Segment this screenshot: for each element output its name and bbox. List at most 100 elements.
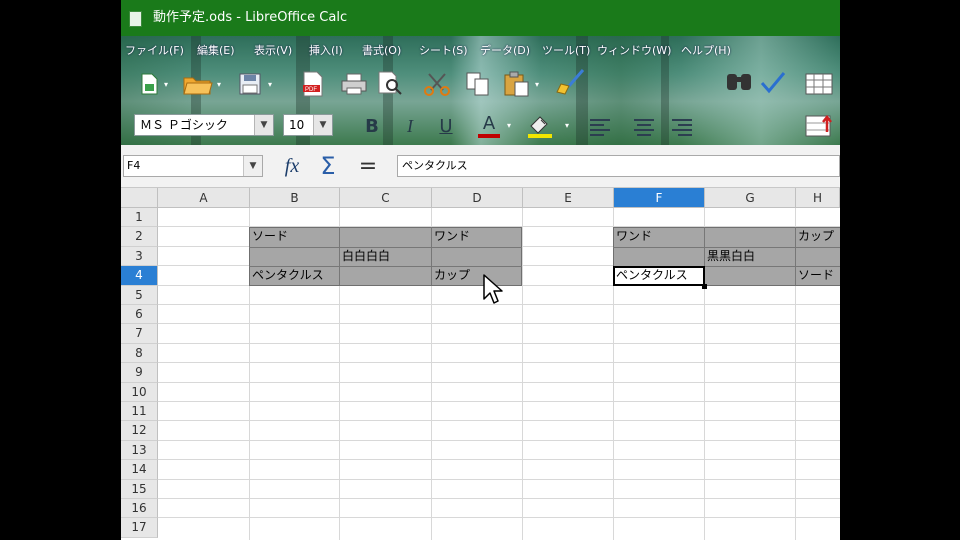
row-header-12[interactable]: 12 [121, 421, 158, 441]
find-replace-icon[interactable] [723, 68, 755, 98]
cut-icon[interactable] [423, 72, 451, 96]
insert-rows-above-icon[interactable] [805, 112, 835, 140]
font-name-box[interactable]: ＭＳ Ｐゴシック ▼ [134, 114, 274, 136]
window-title: 動作予定.ods - LibreOffice Calc [153, 10, 348, 25]
menu-edit[interactable]: 編集(E) [197, 42, 235, 58]
chevron-down-icon[interactable]: ▼ [313, 115, 332, 135]
name-box[interactable]: F4 ▼ [123, 155, 263, 177]
cell-f4[interactable]: ペンタクルス [614, 266, 688, 285]
new-document-icon[interactable] [138, 72, 160, 96]
row-header-5[interactable]: 5 [121, 285, 158, 305]
font-size-box[interactable]: 10 ▼ [283, 114, 333, 136]
select-all-corner[interactable] [121, 188, 158, 208]
font-name-value: ＭＳ Ｐゴシック [140, 118, 228, 132]
export-pdf-icon[interactable]: PDF [301, 70, 325, 98]
cell-b2[interactable]: ソード [250, 227, 288, 246]
sum-icon[interactable]: Σ [315, 151, 341, 181]
row-header-8[interactable]: 8 [121, 343, 158, 364]
paste-dropdown-icon[interactable]: ▾ [535, 81, 541, 89]
print-preview-icon[interactable] [377, 70, 403, 98]
column-header-d[interactable]: D [432, 188, 523, 208]
clone-formatting-icon[interactable] [555, 68, 587, 98]
formatting-toolbar: ＭＳ Ｐゴシック ▼ 10 ▼ B I U A ▾ ▾ [121, 108, 840, 145]
libreoffice-calc-window: 動作予定.ods - LibreOffice Calc ファイル(F) 編集(E… [121, 0, 840, 540]
menu-file[interactable]: ファイル(F) [125, 42, 184, 58]
row-header-2[interactable]: 2 [121, 227, 158, 247]
align-center-icon[interactable] [633, 116, 655, 138]
calc-app-icon [129, 11, 142, 27]
row-header-1[interactable]: 1 [121, 208, 158, 228]
chevron-down-icon[interactable]: ▼ [243, 156, 262, 176]
paste-icon[interactable] [503, 70, 531, 98]
open-dropdown-icon[interactable]: ▾ [217, 81, 223, 89]
column-header-g[interactable]: G [705, 188, 796, 208]
font-color-dropdown-icon[interactable]: ▾ [507, 122, 513, 130]
font-size-value: 10 [289, 118, 305, 132]
spreadsheet-grid: A B C D E F G H 1 2 3 4 5 6 7 8 9 10 11 … [121, 188, 840, 540]
column-header-a[interactable]: A [158, 188, 250, 208]
row-header-13[interactable]: 13 [121, 440, 158, 461]
function-wizard-icon[interactable]: fx [277, 151, 307, 181]
column-header-f[interactable]: F [614, 188, 705, 208]
print-icon[interactable] [341, 72, 367, 96]
row-header-9[interactable]: 9 [121, 363, 158, 383]
new-dropdown-icon[interactable]: ▾ [164, 81, 170, 89]
row-header-17[interactable]: 17 [121, 518, 158, 538]
menu-tools[interactable]: ツール(T) [542, 42, 590, 58]
highlight-dropdown-icon[interactable]: ▾ [565, 122, 571, 130]
formula-input-value: ペンタクルス [402, 159, 468, 172]
row-header-6[interactable]: 6 [121, 305, 158, 325]
copy-icon[interactable] [465, 70, 491, 98]
menu-window[interactable]: ウィンドウ(W) [597, 42, 671, 58]
open-folder-icon[interactable] [183, 72, 213, 96]
fill-handle[interactable] [702, 283, 707, 289]
menu-insert[interactable]: 挿入(I) [309, 42, 343, 58]
font-color-swatch [478, 134, 500, 138]
name-box-value: F4 [127, 159, 141, 172]
align-right-icon[interactable] [671, 116, 693, 138]
cell-b4[interactable]: ペンタクルス [250, 266, 324, 285]
row-header-15[interactable]: 15 [121, 479, 158, 499]
row-header-11[interactable]: 11 [121, 402, 158, 422]
cell-c3[interactable]: 白白白白 [340, 247, 390, 266]
row-header-16[interactable]: 16 [121, 499, 158, 519]
row-header-3[interactable]: 3 [121, 246, 158, 267]
menu-sheet[interactable]: シート(S) [419, 42, 468, 58]
row-header-7[interactable]: 7 [121, 324, 158, 344]
underline-button[interactable]: U [435, 114, 457, 138]
row-header-10[interactable]: 10 [121, 382, 158, 402]
cell-h2[interactable]: カップ [796, 227, 834, 246]
save-icon[interactable] [237, 72, 263, 96]
font-color-button[interactable]: A [476, 112, 502, 140]
column-header-c[interactable]: C [340, 188, 432, 208]
insert-table-icon[interactable] [805, 72, 833, 96]
cell-f2[interactable]: ワンド [614, 227, 652, 246]
bold-button[interactable]: B [361, 114, 383, 138]
font-color-glyph: A [482, 113, 496, 134]
menu-help[interactable]: ヘルプ(H) [681, 42, 731, 58]
column-header-h[interactable]: H [796, 188, 840, 208]
column-header-b[interactable]: B [250, 188, 340, 208]
cell-g3[interactable]: 黒黒白白 [705, 247, 755, 266]
svg-text:PDF: PDF [305, 87, 317, 93]
row-header-4[interactable]: 4 [121, 266, 158, 286]
menu-data[interactable]: データ(D) [480, 42, 530, 58]
save-dropdown-icon[interactable]: ▾ [268, 81, 274, 89]
italic-button[interactable]: I [399, 114, 421, 138]
menu-format[interactable]: 書式(O) [362, 42, 401, 58]
formula-icon[interactable]: = [355, 151, 381, 181]
cell-d4[interactable]: カップ [432, 266, 470, 285]
mouse-pointer-icon [483, 274, 503, 304]
title-bar: 動作予定.ods - LibreOffice Calc [121, 0, 840, 36]
formula-input[interactable]: ペンタクルス [397, 155, 840, 177]
highlight-color-icon[interactable] [525, 112, 555, 140]
cell-h4[interactable]: ソード [796, 266, 834, 285]
spelling-icon[interactable] [759, 70, 787, 96]
chevron-down-icon[interactable]: ▼ [254, 115, 273, 135]
row-header-14[interactable]: 14 [121, 460, 158, 480]
cell-d2[interactable]: ワンド [432, 227, 470, 246]
standard-toolbar: ▾ ▾ ▾ PDF ▾ [121, 62, 840, 108]
column-header-e[interactable]: E [523, 188, 614, 208]
menu-view[interactable]: 表示(V) [254, 42, 292, 58]
align-left-icon[interactable] [589, 116, 611, 138]
